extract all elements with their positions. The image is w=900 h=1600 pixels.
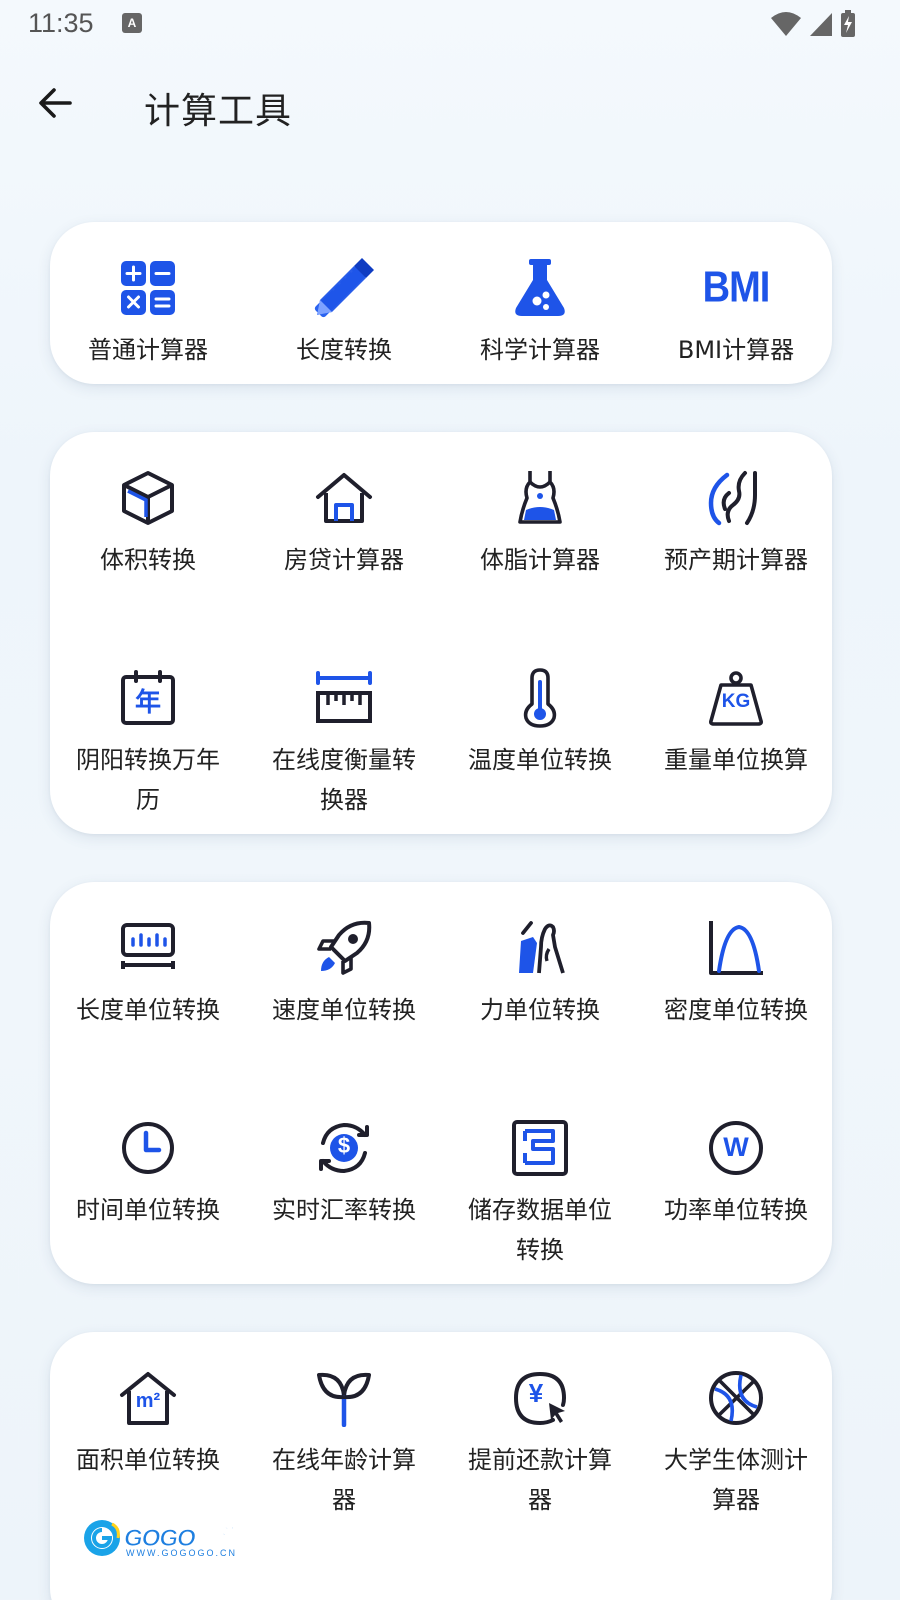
tool-label: 储存数据单位转换 bbox=[468, 1196, 612, 1264]
sprout-icon bbox=[317, 1372, 371, 1427]
tool-label: 体脂计算器 bbox=[480, 546, 600, 574]
tool-weight-conversion[interactable]: KG 重量单位换算 bbox=[638, 668, 834, 780]
tool-label: 力单位转换 bbox=[480, 996, 600, 1024]
tool-general-calculator[interactable]: 普通计算器 bbox=[50, 258, 246, 370]
tool-label: 科学计算器 bbox=[480, 336, 600, 364]
status-time: 11:35 bbox=[28, 8, 94, 38]
tool-length-unit-conversion[interactable]: 长度单位转换 bbox=[50, 918, 246, 1030]
tool-label: BMI计算器 bbox=[677, 336, 795, 364]
tool-power-unit-conversion[interactable]: W 功率单位转换 bbox=[638, 1118, 834, 1230]
tool-length-conversion[interactable]: 长度转换 bbox=[246, 258, 442, 370]
tool-time-unit-conversion[interactable]: 时间单位转换 bbox=[50, 1118, 246, 1230]
wifi-icon bbox=[771, 12, 801, 36]
tool-fitness-test-calculator[interactable]: 大学生体测计算器 bbox=[638, 1368, 834, 1520]
clock-icon bbox=[122, 1122, 174, 1174]
tool-label: 房贷计算器 bbox=[284, 546, 404, 574]
tool-label: 速度单位转换 bbox=[272, 996, 416, 1024]
body-fat-icon bbox=[518, 471, 562, 524]
measure-ruler-icon bbox=[316, 671, 372, 723]
storage-icon bbox=[512, 1120, 568, 1176]
gogo-logo-icon bbox=[84, 1520, 120, 1556]
tool-due-date-calculator[interactable]: 预产期计算器 bbox=[638, 468, 834, 580]
arrow-left-icon bbox=[39, 88, 72, 118]
tool-temperature-conversion[interactable]: 温度单位转换 bbox=[442, 668, 638, 780]
tool-storage-unit-conversion[interactable]: 储存数据单位转换 bbox=[442, 1118, 638, 1270]
tool-speed-unit-conversion[interactable]: 速度单位转换 bbox=[246, 918, 442, 1030]
tool-volume-conversion[interactable]: 体积转换 bbox=[50, 468, 246, 580]
tool-exchange-rate[interactable]: $ 实时汇率转换 bbox=[246, 1118, 442, 1230]
tool-label: 在线度衡量转换器 bbox=[272, 746, 416, 814]
basketball-icon bbox=[709, 1371, 763, 1425]
pregnancy-icon bbox=[708, 471, 757, 526]
tool-label: 体积转换 bbox=[100, 546, 196, 574]
tool-label: 预产期计算器 bbox=[664, 546, 808, 574]
tool-label: 长度转换 bbox=[296, 336, 392, 364]
tool-card-basic: 普通计算器 长度转换 科学计算器 BMI BMI计算器 bbox=[50, 222, 832, 384]
tool-label: 时间单位转换 bbox=[76, 1196, 220, 1224]
calculator-icon bbox=[121, 261, 175, 315]
tool-measurement-converter[interactable]: 在线度衡量转换器 bbox=[246, 668, 442, 820]
tool-label: 实时汇率转换 bbox=[272, 1196, 416, 1224]
tool-density-unit-conversion[interactable]: 密度单位转换 bbox=[638, 918, 834, 1030]
watermark-logo: GOGO手游网 WWW.GOGOGO.CN bbox=[82, 1516, 262, 1588]
tool-label: 在线年龄计算器 bbox=[272, 1446, 416, 1514]
tool-label: 面积单位转换 bbox=[76, 1446, 220, 1474]
length-gauge-icon bbox=[121, 923, 175, 969]
tool-label: 普通计算器 bbox=[88, 336, 208, 364]
tool-prepayment-calculator[interactable]: ¥ 提前还款计算器 bbox=[442, 1368, 638, 1520]
tool-bmi-calculator[interactable]: BMI BMI计算器 bbox=[638, 258, 834, 370]
notification-icon: A bbox=[122, 13, 142, 33]
rocket-icon bbox=[317, 920, 372, 975]
tool-label: 温度单位转换 bbox=[468, 746, 612, 774]
bmi-icon: BMI bbox=[702, 263, 771, 312]
tool-card-units: 长度单位转换 速度单位转换 力单位转换 密度单位转换 时间单位转换 $ 实时汇率… bbox=[50, 882, 832, 1284]
app-bar: 计算工具 bbox=[0, 60, 900, 150]
ruler-pencil-icon bbox=[314, 258, 374, 318]
status-indicators bbox=[770, 10, 856, 38]
tool-body-fat-calculator[interactable]: 体脂计算器 bbox=[442, 468, 638, 580]
tool-scientific-calculator[interactable]: 科学计算器 bbox=[442, 258, 638, 370]
status-bar: 11:35 A bbox=[0, 0, 900, 50]
tool-label: 重量单位换算 bbox=[664, 746, 808, 774]
tool-age-calculator[interactable]: 在线年龄计算器 bbox=[246, 1368, 442, 1520]
house-icon bbox=[316, 473, 372, 523]
thermometer-icon bbox=[523, 668, 557, 728]
battery-icon bbox=[841, 10, 855, 37]
tool-perpetual-calendar[interactable]: 年 阴阳转换万年历 bbox=[50, 668, 246, 820]
tool-label: 功率单位转换 bbox=[664, 1196, 808, 1224]
tool-label: 大学生体测计算器 bbox=[664, 1446, 808, 1514]
tool-label: 长度单位转换 bbox=[76, 996, 220, 1024]
page-title: 计算工具 bbox=[144, 91, 293, 132]
cell-signal-icon bbox=[810, 13, 832, 36]
tool-area-unit-conversion[interactable]: m² 面积单位转换 bbox=[50, 1368, 246, 1480]
density-curve-icon bbox=[709, 921, 763, 975]
watermark-url: WWW.GOGOGO.CN bbox=[126, 1548, 237, 1558]
tool-label: 密度单位转换 bbox=[664, 996, 808, 1024]
tool-label: 阴阳转换万年历 bbox=[76, 746, 220, 814]
tool-mortgage-calculator[interactable]: 房贷计算器 bbox=[246, 468, 442, 580]
flask-icon bbox=[515, 259, 565, 316]
tool-label: 提前还款计算器 bbox=[468, 1446, 612, 1514]
back-button[interactable] bbox=[30, 80, 80, 126]
cube-icon bbox=[122, 471, 174, 525]
tool-force-unit-conversion[interactable]: 力单位转换 bbox=[442, 918, 638, 1030]
tool-card-everyday: 体积转换 房贷计算器 体脂计算器 预产期计算器 年 阴阳转换万年历 在线度衡量转… bbox=[50, 432, 832, 834]
hand-grip-icon bbox=[519, 921, 565, 974]
